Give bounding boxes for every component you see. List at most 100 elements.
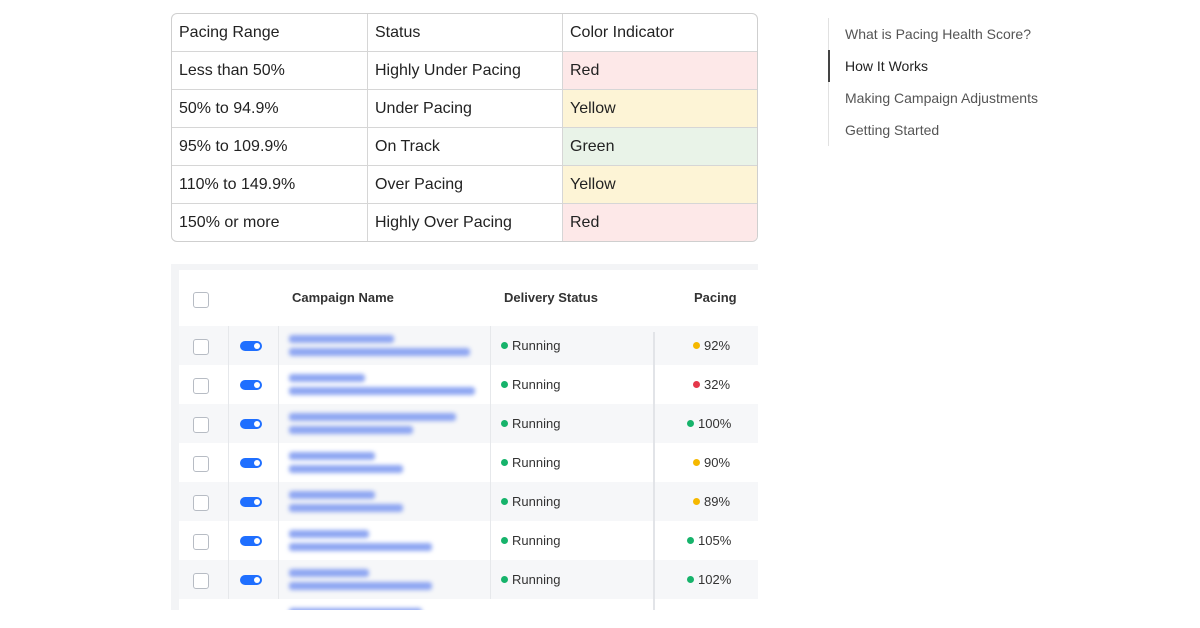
color-indicator-cell: Yellow [563, 166, 757, 204]
status-cell: Over Pacing [368, 166, 563, 204]
pacing-dot-icon [687, 537, 694, 544]
header-status: Status [368, 14, 563, 52]
column-divider [278, 482, 279, 521]
campaign-name-redacted[interactable] [289, 486, 479, 518]
row-checkbox[interactable] [193, 378, 209, 394]
pacing-dot-icon [693, 498, 700, 505]
campaign-toggle[interactable] [240, 419, 262, 429]
pacing-range-cell: Less than 50% [172, 52, 368, 90]
row-checkbox[interactable] [193, 417, 209, 433]
campaign-name-redacted[interactable] [289, 369, 479, 401]
status-cell: Under Pacing [368, 90, 563, 128]
delivery-status: Running [501, 416, 560, 431]
column-divider [228, 443, 229, 482]
row-checkbox[interactable] [193, 534, 209, 550]
delivery-status: Running [501, 494, 560, 509]
campaign-toggle[interactable] [240, 497, 262, 507]
header-delivery-status[interactable]: Delivery Status [504, 290, 598, 305]
table-row[interactable]: Running 90% [179, 443, 758, 482]
pacing-range-cell: 110% to 149.9% [172, 166, 368, 204]
pacing-range-cell: 150% or more [172, 204, 368, 241]
campaign-toggle[interactable] [240, 380, 262, 390]
toc-item-getting-started[interactable]: Getting Started [828, 114, 1069, 146]
campaign-table: Campaign Name Delivery Status Pacing Run… [179, 270, 758, 610]
pacing-value: 100% [687, 416, 731, 431]
table-row[interactable]: Running 32% [179, 365, 758, 404]
column-divider [490, 443, 491, 482]
table-row[interactable]: Running 89% [179, 482, 758, 521]
column-divider [228, 404, 229, 443]
pacing-range-cell: 95% to 109.9% [172, 128, 368, 166]
column-divider [228, 365, 229, 404]
pacing-reference-table: Pacing Range Status Color Indicator Less… [171, 13, 758, 242]
status-cell: Highly Over Pacing [368, 204, 563, 241]
status-cell: On Track [368, 128, 563, 166]
status-dot-icon [501, 420, 508, 427]
campaign-name-redacted[interactable] [289, 525, 479, 557]
pacing-value: 105% [687, 533, 731, 548]
pacing-value: 102% [687, 572, 731, 587]
campaign-toggle[interactable] [240, 458, 262, 468]
pacing-value: 92% [693, 338, 730, 353]
column-divider [653, 332, 655, 610]
pacing-value: 32% [693, 377, 730, 392]
pacing-dot-icon [693, 381, 700, 388]
table-row[interactable]: Running 92% [179, 326, 758, 365]
table-header-row: Pacing Range Status Color Indicator [172, 14, 757, 52]
campaign-name-redacted[interactable] [289, 447, 479, 479]
table-row: 50% to 94.9% Under Pacing Yellow [172, 90, 757, 128]
header-pacing[interactable]: Pacing [694, 290, 737, 305]
campaign-name-redacted[interactable] [289, 564, 479, 596]
pacing-dot-icon [687, 420, 694, 427]
table-of-contents: What is Pacing Health Score? How It Work… [828, 18, 1069, 146]
status-dot-icon [501, 381, 508, 388]
table-row: 150% or more Highly Over Pacing Red [172, 204, 757, 241]
column-divider [278, 326, 279, 365]
select-all-checkbox[interactable] [193, 292, 209, 308]
toc-item-how-it-works[interactable]: How It Works [828, 50, 1069, 82]
table-row[interactable]: Running 105% [179, 521, 758, 560]
delivery-status: Running [501, 338, 560, 353]
row-checkbox[interactable] [193, 339, 209, 355]
header-color-indicator: Color Indicator [563, 14, 757, 52]
delivery-status: Running [501, 377, 560, 392]
row-checkbox[interactable] [193, 573, 209, 589]
column-divider [228, 521, 229, 560]
toc-item-what-is-pacing-health-score[interactable]: What is Pacing Health Score? [828, 18, 1069, 50]
delivery-status: Running [501, 572, 560, 587]
column-divider [278, 521, 279, 560]
campaign-toggle[interactable] [240, 575, 262, 585]
table-row: Less than 50% Highly Under Pacing Red [172, 52, 757, 90]
column-divider [278, 443, 279, 482]
column-divider [490, 521, 491, 560]
campaign-toggle[interactable] [240, 536, 262, 546]
column-divider [490, 482, 491, 521]
status-dot-icon [501, 498, 508, 505]
table-row: 95% to 109.9% On Track Green [172, 128, 757, 166]
row-checkbox[interactable] [193, 456, 209, 472]
pacing-dot-icon [693, 342, 700, 349]
pacing-value: 89% [693, 494, 730, 509]
delivery-status: Running [501, 455, 560, 470]
row-checkbox[interactable] [193, 495, 209, 511]
table-row[interactable]: Running 102% [179, 560, 758, 599]
column-divider [278, 560, 279, 599]
toc-item-making-campaign-adjustments[interactable]: Making Campaign Adjustments [828, 82, 1069, 114]
status-dot-icon [501, 342, 508, 349]
header-campaign-name[interactable]: Campaign Name [292, 290, 394, 305]
campaign-name-redacted[interactable] [289, 330, 479, 362]
status-dot-icon [501, 537, 508, 544]
column-divider [490, 326, 491, 365]
table-row[interactable]: Running 100% [179, 404, 758, 443]
column-divider [278, 365, 279, 404]
campaign-toggle[interactable] [240, 341, 262, 351]
pacing-dot-icon [693, 459, 700, 466]
campaign-name-redacted[interactable] [289, 408, 479, 440]
pacing-range-cell: 50% to 94.9% [172, 90, 368, 128]
status-cell: Highly Under Pacing [368, 52, 563, 90]
status-dot-icon [501, 459, 508, 466]
status-dot-icon [501, 576, 508, 583]
table-row: 110% to 149.9% Over Pacing Yellow [172, 166, 757, 204]
column-divider [278, 404, 279, 443]
color-indicator-cell: Green [563, 128, 757, 166]
